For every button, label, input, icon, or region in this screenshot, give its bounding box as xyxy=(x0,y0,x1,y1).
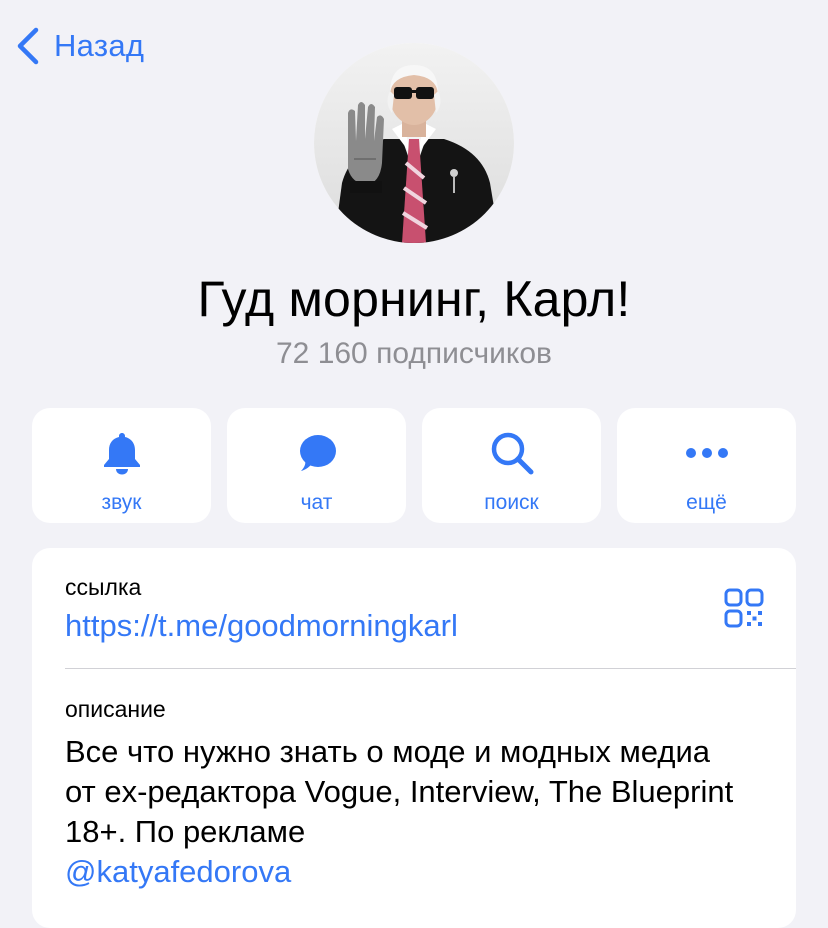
channel-link[interactable]: https://t.me/goodmorningkarl xyxy=(65,608,458,644)
link-label: ссылка xyxy=(65,574,142,600)
chat-button[interactable]: чат xyxy=(227,408,406,523)
channel-info-card: ссылка https://t.me/goodmorningkarl опис… xyxy=(32,548,796,928)
description-text: Все что нужно знать о моде и модных меди… xyxy=(65,732,745,892)
avatar-image xyxy=(314,43,514,243)
qr-code-button[interactable] xyxy=(724,588,764,633)
divider xyxy=(65,668,796,669)
chevron-left-icon xyxy=(17,27,39,65)
search-button[interactable]: поиск xyxy=(422,408,601,523)
qr-code-icon xyxy=(724,588,764,628)
more-button[interactable]: ещё xyxy=(617,408,796,523)
description-mention-link[interactable]: @katyafedorova xyxy=(65,854,291,889)
search-icon xyxy=(491,432,533,475)
more-button-label: ещё xyxy=(686,491,727,514)
back-button[interactable]: Назад xyxy=(14,24,144,68)
chat-bubble-icon xyxy=(299,435,336,471)
bell-icon xyxy=(103,433,140,475)
description-label: описание xyxy=(65,696,166,722)
description-body: Все что нужно знать о моде и модных меди… xyxy=(65,734,734,849)
channel-title: Гуд морнинг, Карл! xyxy=(197,271,631,327)
subscriber-count: 72 160 подписчиков xyxy=(275,337,552,370)
search-button-label: поиск xyxy=(484,491,539,514)
action-buttons: звук чат поиск ещё xyxy=(32,408,796,523)
mute-button-label: звук xyxy=(101,491,142,514)
mute-button[interactable]: звук xyxy=(32,408,211,523)
more-icon xyxy=(685,448,728,458)
chat-button-label: чат xyxy=(300,491,333,514)
channel-avatar[interactable] xyxy=(314,43,514,243)
back-button-label: Назад xyxy=(54,28,145,63)
